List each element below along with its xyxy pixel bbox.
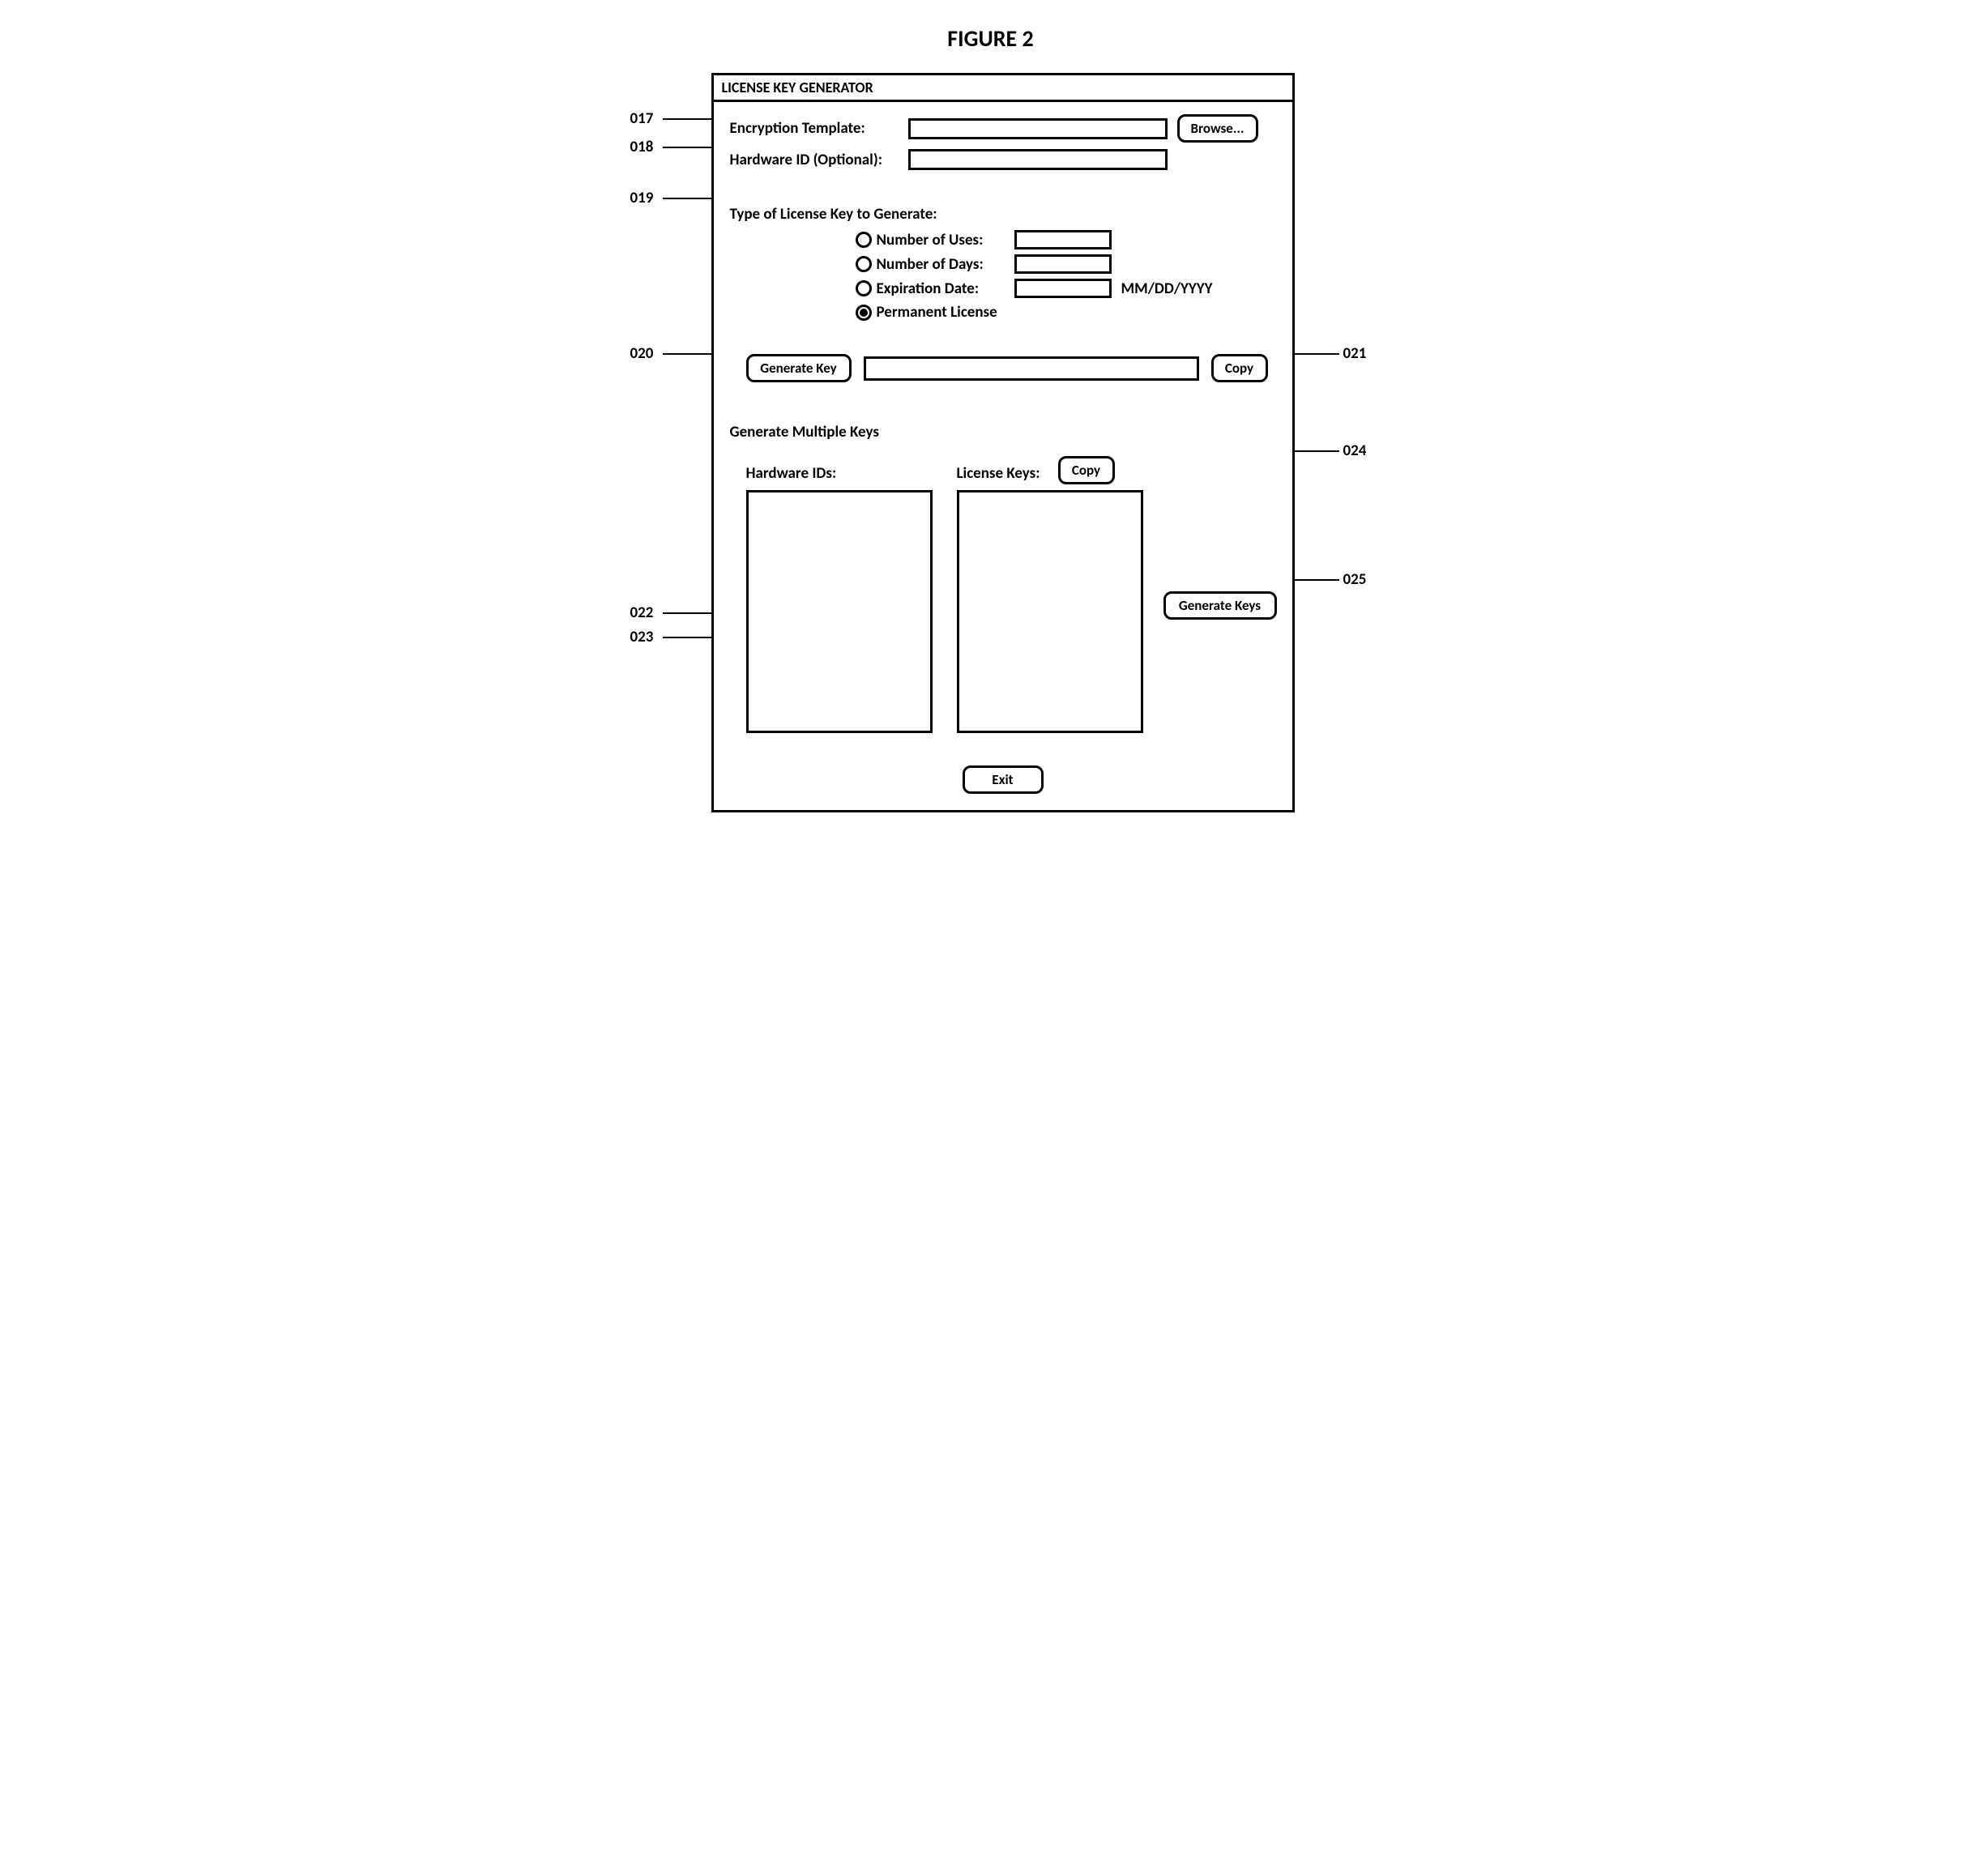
app-window: LICENSE KEY GENERATOR Encryption Templat… — [711, 73, 1295, 812]
exit-button[interactable]: Exit — [963, 765, 1044, 794]
hardware-id-input[interactable] — [908, 149, 1168, 170]
type-heading: Type of License Key to Generate: — [730, 205, 1276, 224]
radio-uses[interactable] — [856, 232, 872, 248]
license-keys-textarea[interactable] — [957, 490, 1143, 733]
radio-group: Number of Uses: Number of Days: Expirati… — [856, 230, 1276, 322]
browse-button[interactable]: Browse... — [1177, 114, 1258, 143]
encryption-template-input[interactable] — [908, 118, 1168, 139]
radio-days[interactable] — [856, 256, 872, 272]
callout-023: 023 — [630, 628, 654, 646]
radio-row-expiration[interactable]: Expiration Date: MM/DD/YYYY — [856, 279, 1276, 298]
generate-key-row: Generate Key Copy — [746, 354, 1268, 382]
callout-022: 022 — [630, 603, 654, 622]
encryption-template-label: Encryption Template: — [730, 119, 908, 138]
figure-title: FIGURE 2 — [24, 24, 1957, 53]
radio-permanent-label: Permanent License — [877, 303, 997, 322]
callout-line — [1291, 579, 1339, 581]
radio-permanent[interactable] — [856, 305, 872, 321]
days-input[interactable] — [1014, 254, 1112, 274]
hardware-ids-textarea[interactable] — [746, 490, 933, 733]
callout-017: 017 — [630, 109, 654, 128]
window-content: Encryption Template: Browse... Hardware … — [714, 102, 1292, 810]
radio-days-label: Number of Days: — [877, 255, 1014, 274]
radio-expiration-label: Expiration Date: — [877, 279, 1014, 298]
radio-uses-label: Number of Uses: — [877, 231, 1014, 249]
callout-020: 020 — [630, 344, 654, 363]
callout-018: 018 — [630, 138, 654, 156]
window-title: LICENSE KEY GENERATOR — [714, 75, 1292, 102]
hardware-ids-label: Hardware IDs: — [746, 464, 837, 483]
radio-row-permanent[interactable]: Permanent License — [856, 303, 1276, 322]
encryption-template-row: Encryption Template: Browse... — [730, 114, 1276, 143]
generated-key-output[interactable] — [864, 356, 1199, 381]
callout-021: 021 — [1343, 344, 1367, 363]
generate-key-button[interactable]: Generate Key — [746, 354, 852, 382]
radio-row-uses[interactable]: Number of Uses: — [856, 230, 1276, 249]
generate-keys-button[interactable]: Generate Keys — [1163, 591, 1277, 620]
radio-row-days[interactable]: Number of Days: — [856, 254, 1276, 274]
uses-input[interactable] — [1014, 230, 1112, 249]
callout-024: 024 — [1343, 441, 1367, 460]
multi-heading: Generate Multiple Keys — [730, 423, 1276, 441]
callout-025: 025 — [1343, 570, 1367, 589]
exit-row: Exit — [730, 765, 1276, 794]
hardware-id-label: Hardware ID (Optional): — [730, 151, 908, 169]
radio-expiration[interactable] — [856, 280, 872, 296]
expiration-hint: MM/DD/YYYY — [1121, 279, 1213, 298]
callout-019: 019 — [630, 189, 654, 207]
license-keys-label: License Keys: — [957, 464, 1040, 483]
multi-area: Hardware IDs: License Keys: Copy Generat… — [730, 458, 1276, 757]
expiration-input[interactable] — [1014, 279, 1112, 298]
copy-multi-button[interactable]: Copy — [1058, 456, 1115, 484]
hardware-id-row: Hardware ID (Optional): — [730, 149, 1276, 170]
copy-key-button[interactable]: Copy — [1211, 354, 1268, 382]
